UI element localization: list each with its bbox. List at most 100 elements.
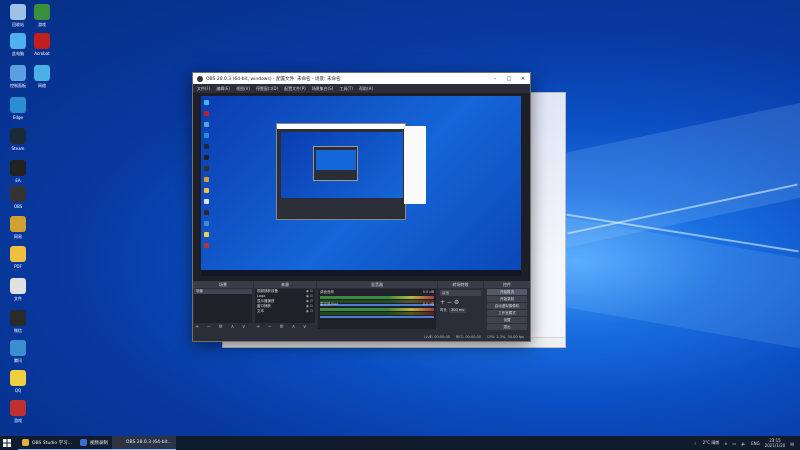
desktop-icon[interactable]: Steam [5, 128, 31, 151]
desktop-icon[interactable]: EA [5, 160, 31, 183]
controls-header: 控件 [484, 281, 530, 288]
desktop-icon[interactable]: 游戏 [5, 400, 31, 423]
desktop-icon[interactable]: QQ [5, 370, 31, 393]
mixer-channel: 麦克风/Aux 0.0 dB [318, 301, 436, 318]
preview-desktop-icon [204, 122, 209, 127]
desktop-icon[interactable]: 此电脑 [5, 33, 31, 56]
desktop-icon[interactable]: 回收站 [5, 4, 31, 27]
menu-item[interactable]: 配置文件(P) [284, 86, 306, 92]
volume-fader[interactable] [320, 316, 434, 318]
visibility-lock-icon[interactable]: ◉ ⊡ [306, 309, 315, 314]
preview-desktop-icon [204, 133, 209, 138]
control-button[interactable]: 工作室模式 [487, 310, 527, 316]
obs-window[interactable]: OBS 28.0.3 (64-bit, windows) - 配置文件: 未命名… [192, 72, 531, 342]
desktop-icon[interactable]: 网易 [5, 216, 31, 239]
language-indicator[interactable]: ENG [751, 441, 760, 446]
control-button[interactable]: 退出 [487, 324, 527, 330]
desktop-icon-label: Edge [12, 115, 24, 120]
desktop-icon[interactable]: OBS [5, 186, 31, 209]
control-button[interactable]: 启动虚拟摄像机 [487, 303, 527, 309]
system-tray: ☾ 2°C 晴朗 ∧ ▭ 🔈 ENG 23:15 2021/1/20 ▤ [694, 438, 800, 448]
preview-desktop-icon [204, 243, 209, 248]
notification-icon[interactable]: ▤ [790, 441, 794, 446]
preview-area[interactable] [193, 93, 530, 281]
preview-desktop-icon [204, 177, 209, 182]
mixer-channel: 桌面音频 0.0 dB [318, 289, 436, 306]
status-text: CPU: 2.3%, 30.00 fps [487, 334, 524, 339]
channel-name: 桌面音频 [320, 290, 334, 294]
clock-date: 2021/1/20 [764, 443, 786, 448]
nested-obs-window [276, 123, 406, 220]
close-button[interactable]: ✕ [516, 76, 530, 82]
volume-meter [320, 312, 434, 315]
desktop-icon[interactable]: 游戏 [29, 4, 55, 27]
preview-desktop-icon [204, 155, 209, 160]
mixer-header: 混音器 [317, 281, 437, 288]
desktop-icon[interactable]: 微信 [5, 310, 31, 333]
volume-meter [320, 296, 434, 299]
control-button[interactable]: 开始推流 [487, 289, 527, 295]
scenes-toolbar[interactable]: + − ⚙ ∧ ∨ [195, 324, 249, 330]
desktop-icon-label: 腾讯 [14, 358, 22, 363]
control-button[interactable]: 开始录制 [487, 296, 527, 302]
minimize-button[interactable]: – [488, 76, 502, 82]
menu-item[interactable]: 文件(F) [197, 86, 210, 92]
menu-item[interactable]: 视图(V) [236, 86, 250, 92]
scene-item[interactable]: 场景 [194, 289, 252, 294]
volume-meter [320, 308, 434, 311]
weather-text[interactable]: 2°C 晴朗 [703, 440, 720, 446]
desktop-icon[interactable]: Acrobat [29, 33, 55, 56]
desktop-icon[interactable]: 网络 [29, 65, 55, 88]
taskbar-app-button[interactable]: OBS Studio 学习... [18, 436, 76, 450]
preview-canvas[interactable] [201, 96, 521, 276]
app-icon [10, 216, 26, 232]
preview-desktop-icon [204, 144, 209, 149]
desktop-icon[interactable]: 文件 [5, 278, 31, 301]
clock[interactable]: 23:15 2021/1/20 [765, 438, 786, 448]
app-icon [10, 310, 26, 326]
duration-input[interactable]: 300 ms [449, 308, 467, 313]
desktop-icon[interactable]: Edge [5, 97, 31, 120]
start-button[interactable] [0, 436, 14, 450]
chevron-up-icon[interactable]: ∧ [724, 441, 727, 446]
menu-item[interactable]: 停靠窗口(D) [256, 86, 278, 92]
desktop-icon[interactable]: PDF [5, 246, 31, 269]
status-text: LIVE: 00:00:00 [424, 334, 450, 339]
taskbar-app-button[interactable]: OBS 28.0.3 (64-bit... [111, 436, 176, 450]
maximize-button[interactable]: □ [502, 76, 516, 82]
nested-browser-window [404, 126, 426, 204]
obs-logo-icon [197, 75, 203, 82]
menu-item[interactable]: 工具(T) [339, 86, 353, 92]
preview-desktop-icon [204, 232, 209, 237]
obs-menu-bar: 文件(F) 编辑(E) 视图(V) 停靠窗口(D) 配置文件(P) 场景集合(S) 工具(T… [193, 84, 530, 93]
network-icon[interactable]: ▭ [732, 441, 736, 446]
app-icon [10, 97, 26, 113]
app-icon [34, 4, 50, 20]
preview-desktop-icon [204, 111, 209, 116]
sources-toolbar[interactable]: + − ⚙ ∧ ∨ [256, 324, 310, 330]
mixer-dock: 混音器 桌面音频 0.0 dB 麦克风/Aux 0.0 dB [317, 281, 437, 331]
preview-desktop-icon [204, 199, 209, 204]
control-button[interactable]: 设置 [487, 317, 527, 323]
channel-name: 麦克风/Aux [320, 302, 339, 306]
transition-type-select[interactable]: 淡出 [440, 290, 481, 296]
source-item[interactable]: 文本 ◉ ⊡ [255, 309, 315, 314]
desktop-icon[interactable]: 控制面板 [5, 65, 31, 88]
menu-item[interactable]: 编辑(E) [216, 86, 230, 92]
menu-item[interactable]: 帮助(H) [359, 86, 373, 92]
volume-icon[interactable]: 🔈 [741, 441, 746, 446]
weather-icon[interactable]: ☾ [694, 441, 698, 446]
obs-title-bar[interactable]: OBS 28.0.3 (64-bit, windows) - 配置文件: 未命名… [193, 73, 530, 84]
transitions-header: 转场特效 [438, 281, 483, 288]
menu-item[interactable]: 场景集合(S) [312, 86, 334, 92]
desktop-icon-label: PDF [14, 264, 22, 269]
desktop-icon[interactable]: 腾讯 [5, 340, 31, 363]
taskbar-app-icon [79, 439, 87, 446]
app-icon [10, 246, 26, 262]
taskbar-app-icon [115, 439, 123, 446]
duration-label: 时长 [440, 308, 447, 312]
transitions-dock: 转场特效 淡出 + − ⚙ 时长 300 ms [438, 281, 483, 331]
taskbar-app-button[interactable]: 视频录制 [75, 436, 112, 450]
transition-add-remove[interactable]: + − ⚙ [440, 299, 481, 306]
desktop-icon-label: OBS [13, 204, 23, 209]
